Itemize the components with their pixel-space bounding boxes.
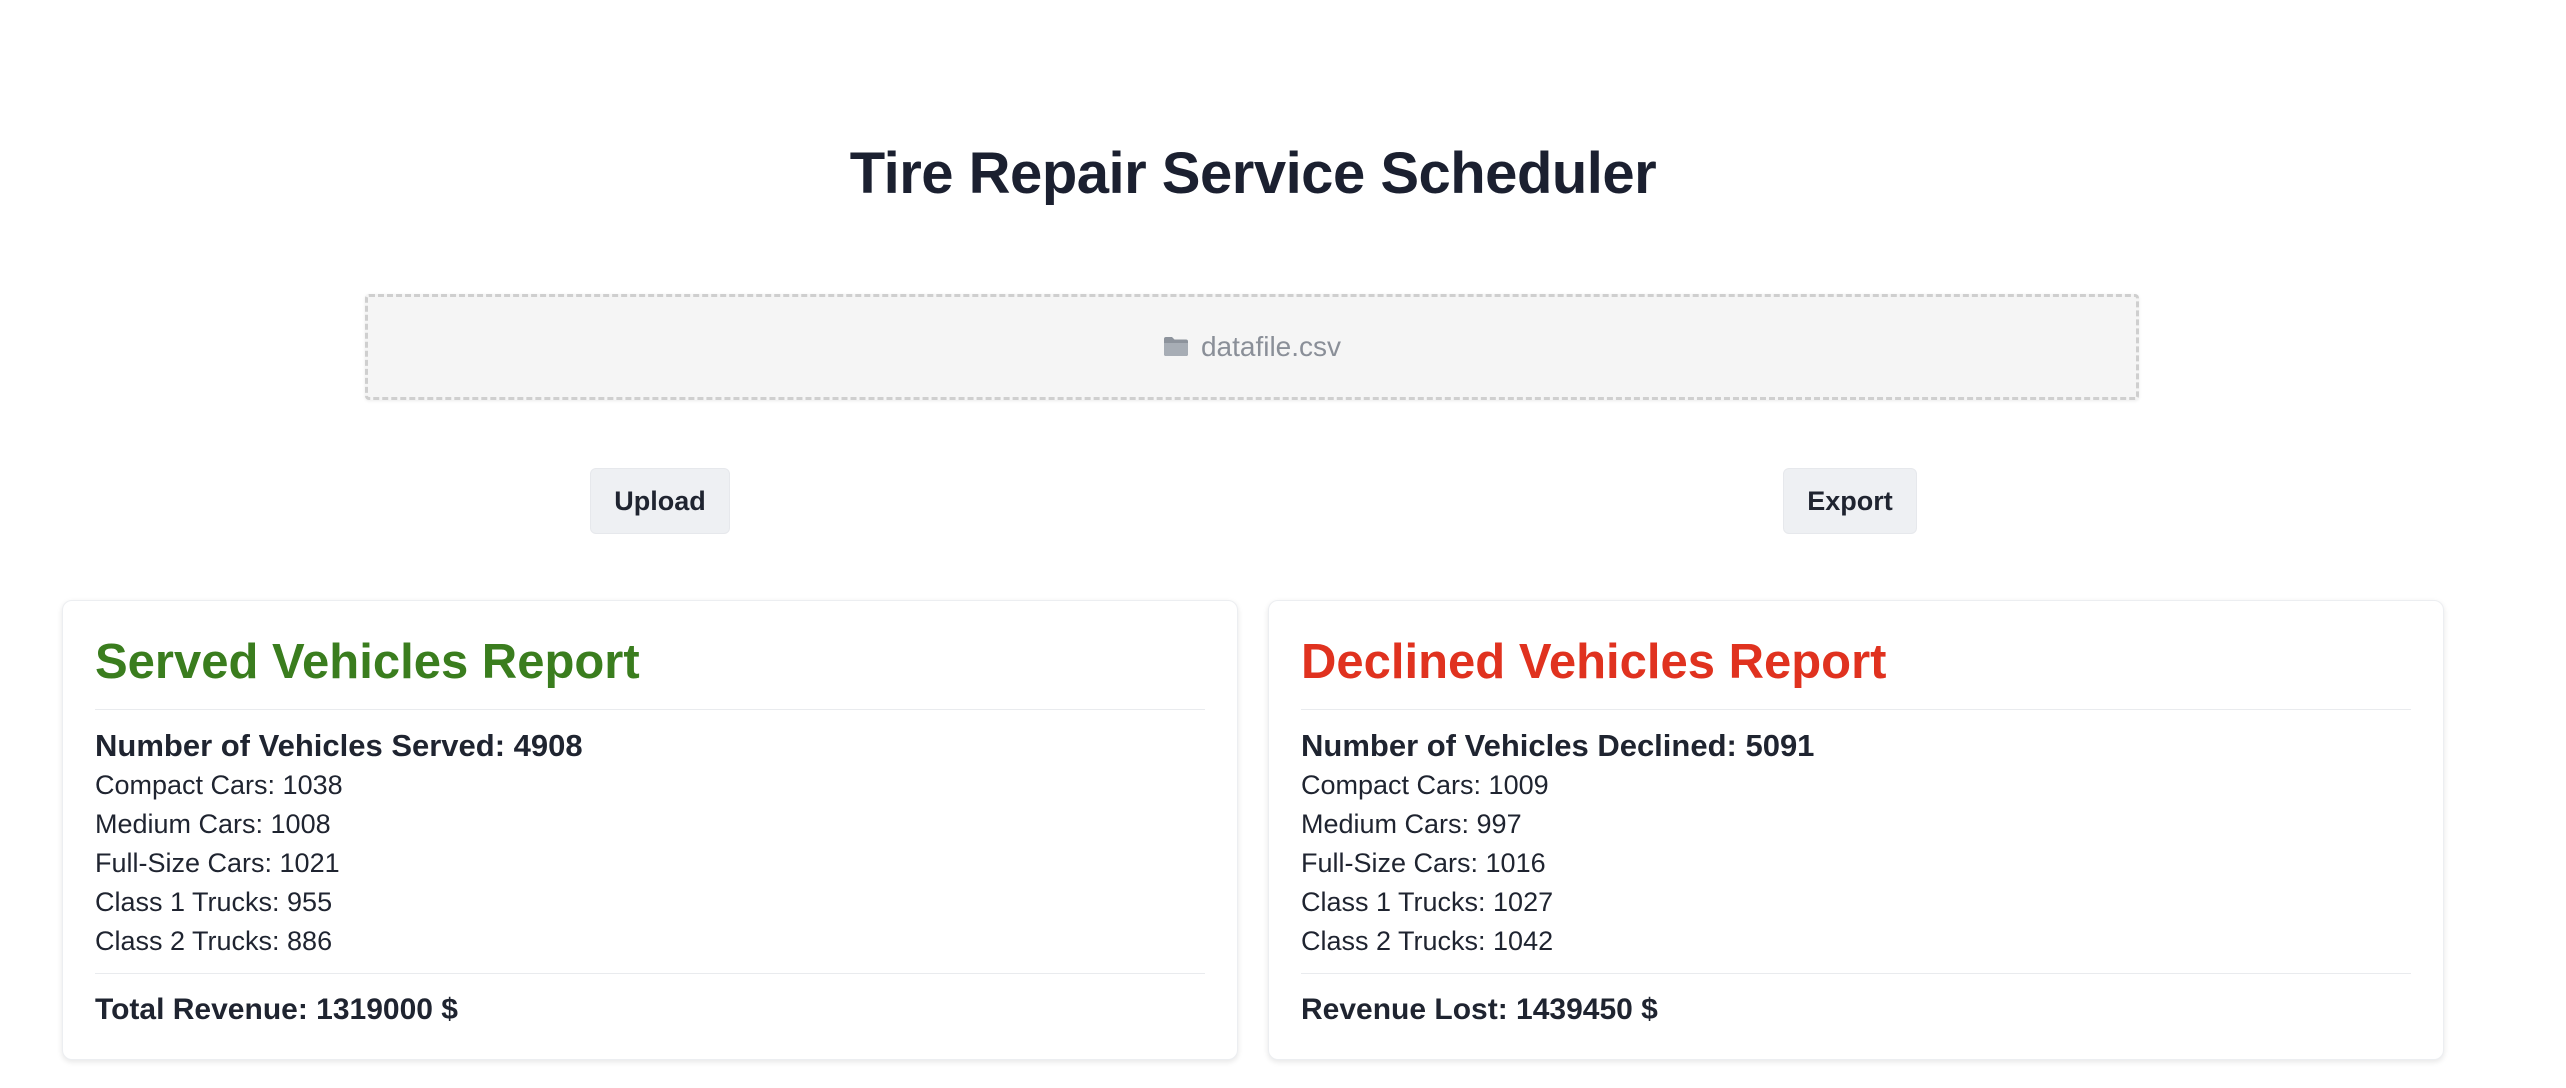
declined-line-item: Medium Cars: 997 [1301, 809, 1522, 839]
dropzone-filename: datafile.csv [1200, 331, 1342, 362]
folder-icon [1163, 336, 1189, 357]
served-breakdown-list: Compact Cars: 1038 Medium Cars: 1008 Ful… [95, 766, 1205, 961]
declined-revenue-lost: Revenue Lost: 1439450 $ [1301, 973, 2411, 1030]
export-button[interactable]: Export [1783, 468, 1917, 534]
served-line-item: Compact Cars: 1038 [95, 770, 343, 800]
served-line-item: Full-Size Cars: 1021 [95, 848, 340, 878]
declined-report-title: Declined Vehicles Report [1301, 631, 2411, 710]
declined-line-item: Full-Size Cars: 1016 [1301, 848, 1546, 878]
file-dropzone[interactable]: datafile.csv [365, 294, 2139, 400]
served-count: Number of Vehicles Served: 4908 [95, 728, 583, 763]
served-line-item: Class 2 Trucks: 886 [95, 926, 333, 956]
declined-line-item: Compact Cars: 1009 [1301, 770, 1549, 800]
declined-breakdown-list: Compact Cars: 1009 Medium Cars: 997 Full… [1301, 766, 2411, 961]
served-line-item: Class 1 Trucks: 955 [95, 887, 333, 917]
declined-count: Number of Vehicles Declined: 5091 [1301, 728, 1815, 763]
declined-line-item: Class 2 Trucks: 1042 [1301, 926, 1554, 956]
upload-button[interactable]: Upload [590, 468, 730, 534]
declined-report-card: Declined Vehicles Report Number of Vehic… [1268, 600, 2444, 1060]
served-total-revenue: Total Revenue: 1319000 $ [95, 973, 1205, 1030]
declined-line-item: Class 1 Trucks: 1027 [1301, 887, 1554, 917]
served-report-title: Served Vehicles Report [95, 631, 1205, 710]
served-line-item: Medium Cars: 1008 [95, 809, 331, 839]
served-report-card: Served Vehicles Report Number of Vehicle… [62, 600, 1238, 1060]
page-title: Tire Repair Service Scheduler [849, 141, 1657, 206]
